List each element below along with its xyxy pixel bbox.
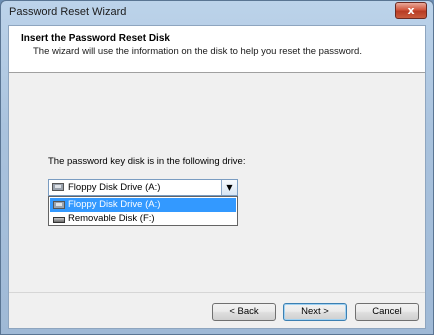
wizard-body: Insert the Password Reset Disk The wizar… bbox=[8, 25, 426, 329]
drive-dropdown-list: Floppy Disk Drive (A:) Removable Disk (F… bbox=[48, 196, 238, 226]
wizard-window: Password Reset Wizard x Insert the Passw… bbox=[0, 0, 434, 335]
dropdown-option-floppy[interactable]: Floppy Disk Drive (A:) bbox=[50, 198, 236, 212]
floppy-drive-icon bbox=[53, 201, 65, 209]
cancel-button[interactable]: Cancel bbox=[355, 303, 419, 321]
back-button[interactable]: < Back bbox=[212, 303, 276, 321]
window-title: Password Reset Wizard bbox=[9, 6, 127, 18]
page-subtitle: The wizard will use the information on t… bbox=[33, 46, 362, 57]
close-button[interactable]: x bbox=[395, 2, 427, 19]
footer-divider bbox=[9, 292, 425, 293]
wizard-header: Insert the Password Reset Disk The wizar… bbox=[9, 26, 425, 73]
next-button[interactable]: Next > bbox=[283, 303, 347, 321]
drive-label: The password key disk is in the followin… bbox=[48, 156, 246, 167]
page-title: Insert the Password Reset Disk bbox=[21, 33, 170, 44]
option-label: Removable Disk (F:) bbox=[68, 213, 155, 224]
chevron-down-icon: ▼ bbox=[226, 183, 233, 192]
floppy-drive-icon bbox=[52, 183, 64, 191]
dropdown-option-removable[interactable]: Removable Disk (F:) bbox=[50, 212, 236, 226]
drive-select[interactable]: Floppy Disk Drive (A:) ▼ bbox=[48, 179, 238, 196]
removable-disk-icon bbox=[53, 217, 65, 223]
close-icon: x bbox=[407, 4, 415, 17]
option-label: Floppy Disk Drive (A:) bbox=[68, 199, 161, 210]
title-bar[interactable]: Password Reset Wizard x bbox=[1, 1, 433, 25]
drive-select-value: Floppy Disk Drive (A:) bbox=[68, 182, 161, 193]
dropdown-arrow-button[interactable]: ▼ bbox=[221, 180, 237, 195]
